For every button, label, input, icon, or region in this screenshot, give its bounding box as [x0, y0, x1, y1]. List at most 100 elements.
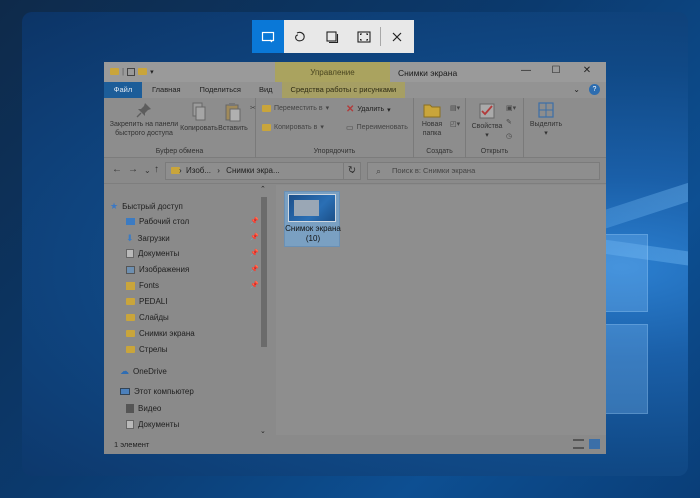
nav-scrollbar[interactable]: ⌃ ⌄: [260, 185, 268, 435]
qat-dropdown-icon[interactable]: ▾: [150, 68, 154, 76]
document-icon: [126, 420, 134, 429]
refresh-icon[interactable]: ↻: [343, 162, 361, 180]
open-group: Свойства ▾ ▣▾ ✎ ◷ Открыть: [466, 98, 524, 158]
quick-access-item[interactable]: ★ Быстрый доступ: [110, 201, 183, 212]
properties-qat-icon[interactable]: [127, 67, 136, 76]
search-icon: ⌕: [376, 166, 382, 176]
sidebar-item-arrows[interactable]: Стрелы: [126, 345, 168, 354]
sidebar-item-slides[interactable]: Слайды: [126, 313, 169, 322]
select-button[interactable]: Выделить ▾: [528, 102, 564, 138]
create-group-label: Создать: [426, 148, 453, 155]
up-arrow-icon[interactable]: ↑: [154, 164, 159, 175]
sidebar-item-downloads[interactable]: ⬇ Загрузки: [126, 233, 170, 244]
back-arrow-icon[interactable]: ←: [112, 164, 122, 175]
paste-icon: [225, 103, 241, 122]
recent-dropdown-icon[interactable]: ⌄: [144, 166, 151, 175]
history-icon[interactable]: ◷: [506, 132, 512, 140]
sidebar-item-pedali[interactable]: PEDALI: [126, 297, 167, 306]
select-label: Выделить: [529, 121, 563, 128]
pin-label: Закрепить на панели быстрого доступа: [109, 121, 179, 137]
folder-icon: [126, 314, 135, 321]
large-icons-view-icon[interactable]: [589, 439, 600, 449]
properties-button[interactable]: Свойства ▾: [470, 102, 504, 140]
image-thumbnail: [288, 194, 336, 222]
new-folder-qat-icon[interactable]: [138, 68, 148, 75]
tab-share[interactable]: Поделиться: [191, 82, 250, 98]
rectangular-snip-button[interactable]: [252, 20, 284, 53]
sidebar-item-screenshots[interactable]: Снимки экрана: [126, 329, 195, 338]
paste-button[interactable]: Вставить: [218, 102, 248, 133]
delete-button[interactable]: ✕ Удалить ▾: [346, 104, 391, 115]
scroll-up-icon[interactable]: ⌃: [260, 185, 266, 193]
breadcrumb-screenshots[interactable]: Снимки экра...: [226, 166, 280, 175]
sidebar-item-desktop[interactable]: Рабочий стол: [126, 217, 189, 226]
search-placeholder: Поиск в: Снимки экрана: [392, 166, 476, 175]
cloud-icon: ☁: [120, 366, 129, 376]
sidebar-item-this-pc[interactable]: Этот компьютер: [120, 387, 194, 396]
window-title: Снимки экрана: [398, 68, 458, 78]
scrollbar-thumb[interactable]: [261, 197, 267, 347]
rename-button[interactable]: ▭ Переименовать: [346, 123, 408, 132]
sidebar-item-documents[interactable]: Документы: [126, 249, 179, 258]
desktop-icon: [126, 218, 135, 225]
close-snip-button[interactable]: [381, 20, 413, 53]
details-view-icon[interactable]: [573, 439, 584, 449]
copy-to-icon: [262, 123, 271, 131]
sidebar-item-fonts[interactable]: Fonts: [126, 281, 159, 290]
paste-label: Вставить: [218, 125, 248, 132]
fullscreen-snip-button[interactable]: [348, 20, 380, 53]
quick-access-toolbar: | ▾: [110, 67, 154, 76]
folder-icon: [126, 298, 135, 305]
file-item[interactable]: Снимок экрана (10): [284, 191, 341, 247]
sidebar-item-video[interactable]: Видео: [126, 404, 161, 413]
easy-access-icon[interactable]: ◰▾: [450, 120, 460, 128]
document-icon: [126, 249, 134, 258]
window-snip-button[interactable]: [316, 20, 348, 53]
move-to-button[interactable]: Переместить в ▾: [262, 104, 329, 112]
create-group: Новая папка ▤▾ ◰▾ Создать: [414, 98, 466, 158]
tab-home[interactable]: Главная: [142, 82, 191, 98]
move-to-icon: [262, 104, 271, 112]
rename-icon: ▭: [346, 123, 354, 132]
pictures-icon: [126, 265, 135, 274]
status-bar: 1 элемент: [104, 435, 606, 454]
close-window-button[interactable]: ✕: [572, 65, 602, 76]
minimize-button[interactable]: —: [511, 65, 541, 76]
sidebar-item-pc-documents[interactable]: Документы: [126, 420, 179, 429]
new-folder-icon: [423, 104, 441, 118]
copy-to-button[interactable]: Копировать в ▾: [262, 123, 324, 131]
title-bar: | ▾ Управление Снимки экрана — ☐ ✕: [104, 62, 606, 82]
tab-file[interactable]: Файл: [104, 82, 142, 98]
new-folder-button[interactable]: Новая папка: [418, 102, 446, 138]
select-icon: [538, 102, 554, 118]
new-folder-label: Новая папка: [421, 121, 443, 137]
chevron-down-icon[interactable]: ⌄: [573, 85, 580, 94]
forward-arrow-icon[interactable]: →: [128, 164, 138, 175]
sidebar-item-onedrive[interactable]: ☁ OneDrive: [120, 366, 167, 377]
ribbon: Закрепить на панели быстрого доступа Коп…: [104, 98, 606, 158]
copy-label: Копировать: [180, 125, 218, 132]
edit-icon[interactable]: ✎: [506, 118, 512, 126]
sidebar-item-pictures[interactable]: Изображения: [126, 265, 189, 274]
search-input[interactable]: ⌕ Поиск в: Снимки экрана: [367, 162, 600, 180]
file-list-area: Снимок экрана (10): [276, 185, 606, 435]
folder-icon: [126, 346, 135, 353]
tab-picture-tools[interactable]: Средства работы с рисунками: [281, 82, 406, 98]
open-icon[interactable]: ▣▾: [506, 104, 516, 112]
pin-icon: 📌: [250, 282, 259, 289]
pin-quick-access-button[interactable]: Закрепить на панели быстрого доступа: [108, 102, 180, 138]
new-item-icon[interactable]: ▤▾: [450, 104, 460, 112]
copy-button[interactable]: Копировать: [180, 102, 218, 133]
help-icon[interactable]: ?: [589, 84, 600, 95]
freeform-snip-button[interactable]: [284, 20, 316, 53]
scroll-down-icon[interactable]: ⌄: [260, 427, 266, 435]
file-explorer-window: | ▾ Управление Снимки экрана — ☐ ✕ Файл …: [104, 62, 606, 454]
maximize-button[interactable]: ☐: [541, 65, 571, 76]
pin-icon: 📌: [250, 218, 259, 225]
breadcrumb-images[interactable]: Изоб...: [186, 166, 211, 175]
computer-icon: [120, 388, 130, 395]
open-group-label: Открыть: [480, 148, 509, 155]
cut-icon[interactable]: ✂: [250, 104, 256, 112]
address-bar[interactable]: › Изоб... › Снимки экра... ⌄: [165, 162, 361, 180]
tab-view[interactable]: Вид: [250, 82, 282, 98]
